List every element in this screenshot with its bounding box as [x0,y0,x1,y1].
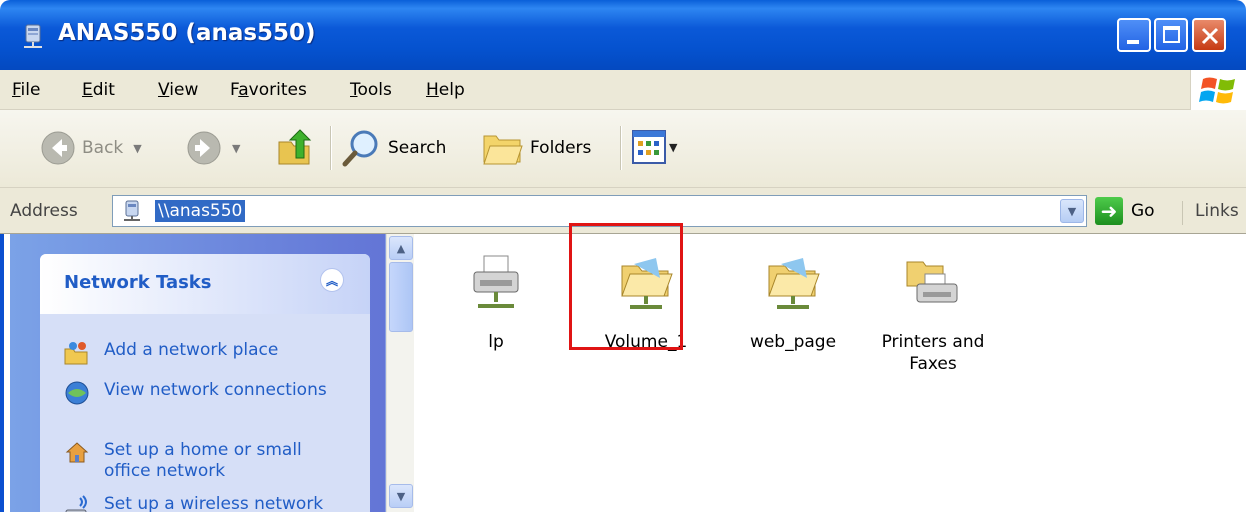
scroll-up-icon[interactable]: ▲ [389,236,413,260]
shared-folder-icon [768,258,820,309]
menu-favorites-accel: a [238,80,249,100]
windows-flag-icon [1199,77,1235,104]
home-network-icon [65,442,89,463]
search-label: Search [388,138,447,158]
up-folder-icon [278,129,312,165]
forward-arrow-icon [187,131,221,165]
maximize-button[interactable] [1154,18,1188,52]
file-item-printers-and-faxes[interactable]: Printers and Faxes [858,252,1008,375]
go-label: Go [1131,201,1155,221]
menu-file-label: ile [20,80,41,100]
task-label: Set up a home or small office network [104,440,302,481]
network-computer-icon [24,24,42,48]
network-tasks-header[interactable]: Network Tasks ︽ [40,254,370,314]
minimize-icon [1127,40,1139,44]
minimize-button[interactable] [1117,18,1151,52]
menu-tools-accel: T [350,80,358,100]
standard-toolbar: Back ▼ ▼ Search Folders ▼ [0,110,1246,188]
folders-icon [483,135,523,165]
menu-view-label: iew [169,80,199,100]
network-computer-small-icon [124,200,140,221]
task-pane: Network Tasks ︽ Add a network place View… [10,234,386,512]
menu-help-label: elp [438,80,465,100]
close-button[interactable] [1192,18,1226,52]
printers-faxes-icon [906,261,958,303]
menu-file[interactable]: File [12,80,40,100]
menu-tools-label: ools [357,80,392,100]
file-item-web-page[interactable]: web_page [718,252,868,353]
title-bar[interactable]: ANAS550 (anas550) [0,0,1246,70]
menu-favorites-pre: F [230,80,239,100]
task-label: Add a network place [104,340,279,360]
forward-button[interactable]: ▼ [186,130,240,166]
close-icon [1201,27,1219,45]
file-label: web_page [749,332,837,352]
address-label: Address [10,201,78,221]
menu-edit-label: dit [92,80,115,100]
network-tasks-panel: Network Tasks ︽ Add a network place View… [40,254,370,512]
task-label: View network connections [104,380,327,400]
menu-file-accel: F [12,80,21,100]
windows-logo [1190,70,1246,110]
back-arrow-icon [41,131,75,165]
add-network-place-icon [64,342,88,365]
menu-bar: File Edit View Favorites Tools Help [0,70,1246,110]
forward-dropdown-icon[interactable]: ▼ [232,142,240,155]
file-label: Printers and Faxes [881,332,985,374]
menu-edit-accel: E [82,80,93,100]
network-tasks-title: Network Tasks [64,272,212,293]
go-arrow-icon: ➜ [1095,197,1123,225]
back-dropdown-icon[interactable]: ▼ [133,142,141,155]
search-button[interactable]: Search [342,128,446,168]
task-view-network-connections[interactable]: View network connections [64,380,344,406]
file-label: lp [488,332,504,352]
highlight-annotation [569,223,683,350]
shared-printer-icon [473,255,519,308]
menu-favorites[interactable]: Favorites [230,80,307,100]
menu-edit[interactable]: Edit [82,80,115,100]
task-add-network-place[interactable]: Add a network place [64,340,344,366]
folders-label: Folders [530,138,592,158]
file-item-lp[interactable]: lp [421,252,571,353]
toolbar-separator [330,126,332,170]
view-network-connections-icon [65,381,89,405]
up-folder-button[interactable] [276,128,316,168]
menu-help[interactable]: Help [426,80,465,100]
scroll-down-icon[interactable]: ▼ [389,484,413,508]
back-label: Back [82,138,124,158]
window-title: ANAS550 (anas550) [58,20,316,46]
address-dropdown-icon[interactable]: ▼ [1060,199,1084,223]
scroll-thumb[interactable] [389,262,413,332]
task-label: Set up a wireless network for a home or [104,494,324,512]
toolbar-separator-2 [620,126,622,170]
task-pane-scrollbar[interactable]: ▲ ▼ [386,234,414,512]
menu-view-accel: V [158,80,170,100]
collapse-chevron-icon[interactable]: ︽ [320,268,344,292]
views-icon [632,130,666,164]
menu-tools[interactable]: Tools [350,80,392,100]
menu-favorites-label: vorites [248,80,307,100]
menu-help-accel: H [426,80,439,100]
menu-view[interactable]: View [158,80,198,100]
back-button[interactable]: Back ▼ [40,130,142,166]
links-button[interactable]: Links [1182,201,1239,225]
wireless-network-icon [65,495,87,512]
folders-button[interactable]: Folders [482,128,591,168]
search-icon [342,130,378,167]
views-button[interactable]: ▼ [632,130,677,164]
file-view: lp Volume_1 web_page Printers and Faxes [414,234,1246,512]
maximize-icon [1163,26,1180,43]
task-home-network[interactable]: Set up a home or small office network [64,440,344,482]
address-value: \\anas550 [155,200,246,222]
task-wireless-network[interactable]: Set up a wireless network for a home or [64,494,344,512]
views-dropdown-icon[interactable]: ▼ [669,141,677,154]
go-button[interactable]: ➜ Go [1095,197,1155,225]
